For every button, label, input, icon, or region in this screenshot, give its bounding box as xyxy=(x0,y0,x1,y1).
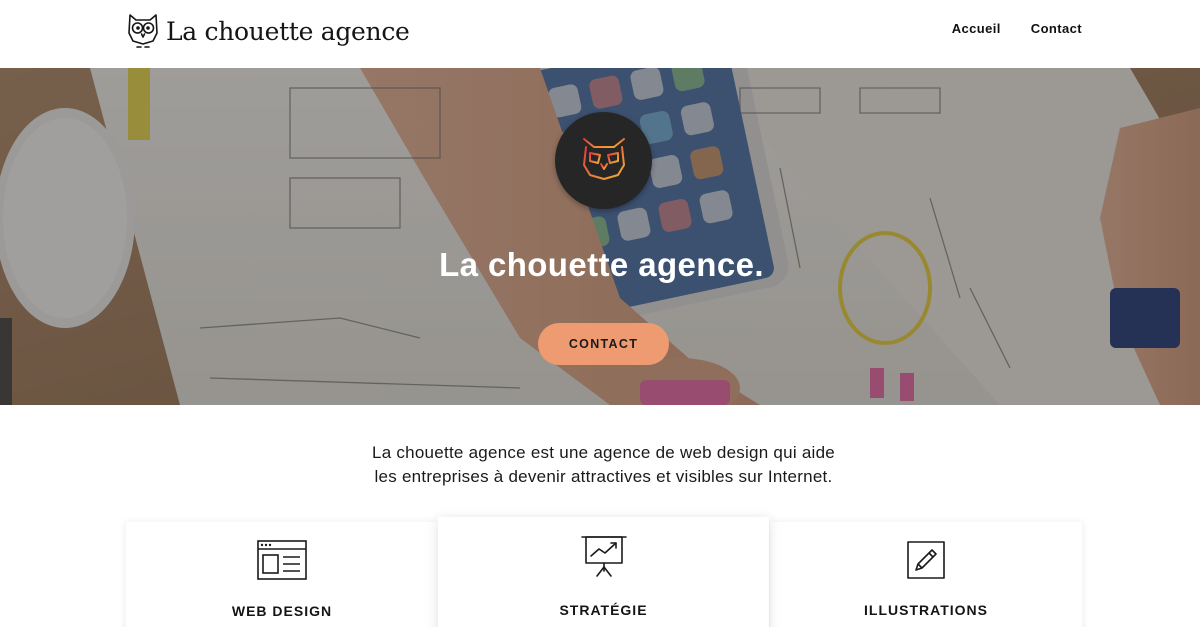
hero-banner: La chouette agence. CONTACT xyxy=(0,68,1200,405)
main-nav: Accueil Contact xyxy=(952,21,1082,36)
brand-name: La chouette agence xyxy=(166,16,410,46)
owl-logo-icon xyxy=(128,14,158,48)
brand-logo-link[interactable]: La chouette agence xyxy=(126,11,410,51)
owl-emblem-icon xyxy=(582,137,625,186)
intro-line-2: les entreprises à devenir attractives et… xyxy=(374,467,833,486)
service-card-strategie[interactable]: STRATÉGIE xyxy=(438,517,769,627)
presentation-chart-icon xyxy=(580,536,627,577)
hero-contact-button[interactable]: CONTACT xyxy=(538,323,669,365)
service-title-illustrations: ILLUSTRATIONS xyxy=(864,602,988,618)
intro-line-1: La chouette agence est une agence de web… xyxy=(372,443,835,462)
service-card-illustrations[interactable]: ILLUSTRATIONS xyxy=(770,522,1082,627)
intro-text: La chouette agence est une agence de web… xyxy=(0,441,1200,489)
service-card-web-design[interactable]: WEB DESIGN xyxy=(126,522,438,627)
nav-link-accueil[interactable]: Accueil xyxy=(952,21,1001,36)
service-title-web-design: WEB DESIGN xyxy=(231,603,333,619)
hero-title: La chouette agence. xyxy=(439,246,764,283)
nav-link-contact[interactable]: Contact xyxy=(1031,21,1082,36)
browser-window-icon xyxy=(257,540,307,580)
pencil-square-icon xyxy=(907,541,945,579)
service-title-strategie: STRATÉGIE xyxy=(559,602,648,618)
owl-emblem xyxy=(555,112,652,209)
site-header: La chouette agence Accueil Contact xyxy=(0,0,1200,68)
